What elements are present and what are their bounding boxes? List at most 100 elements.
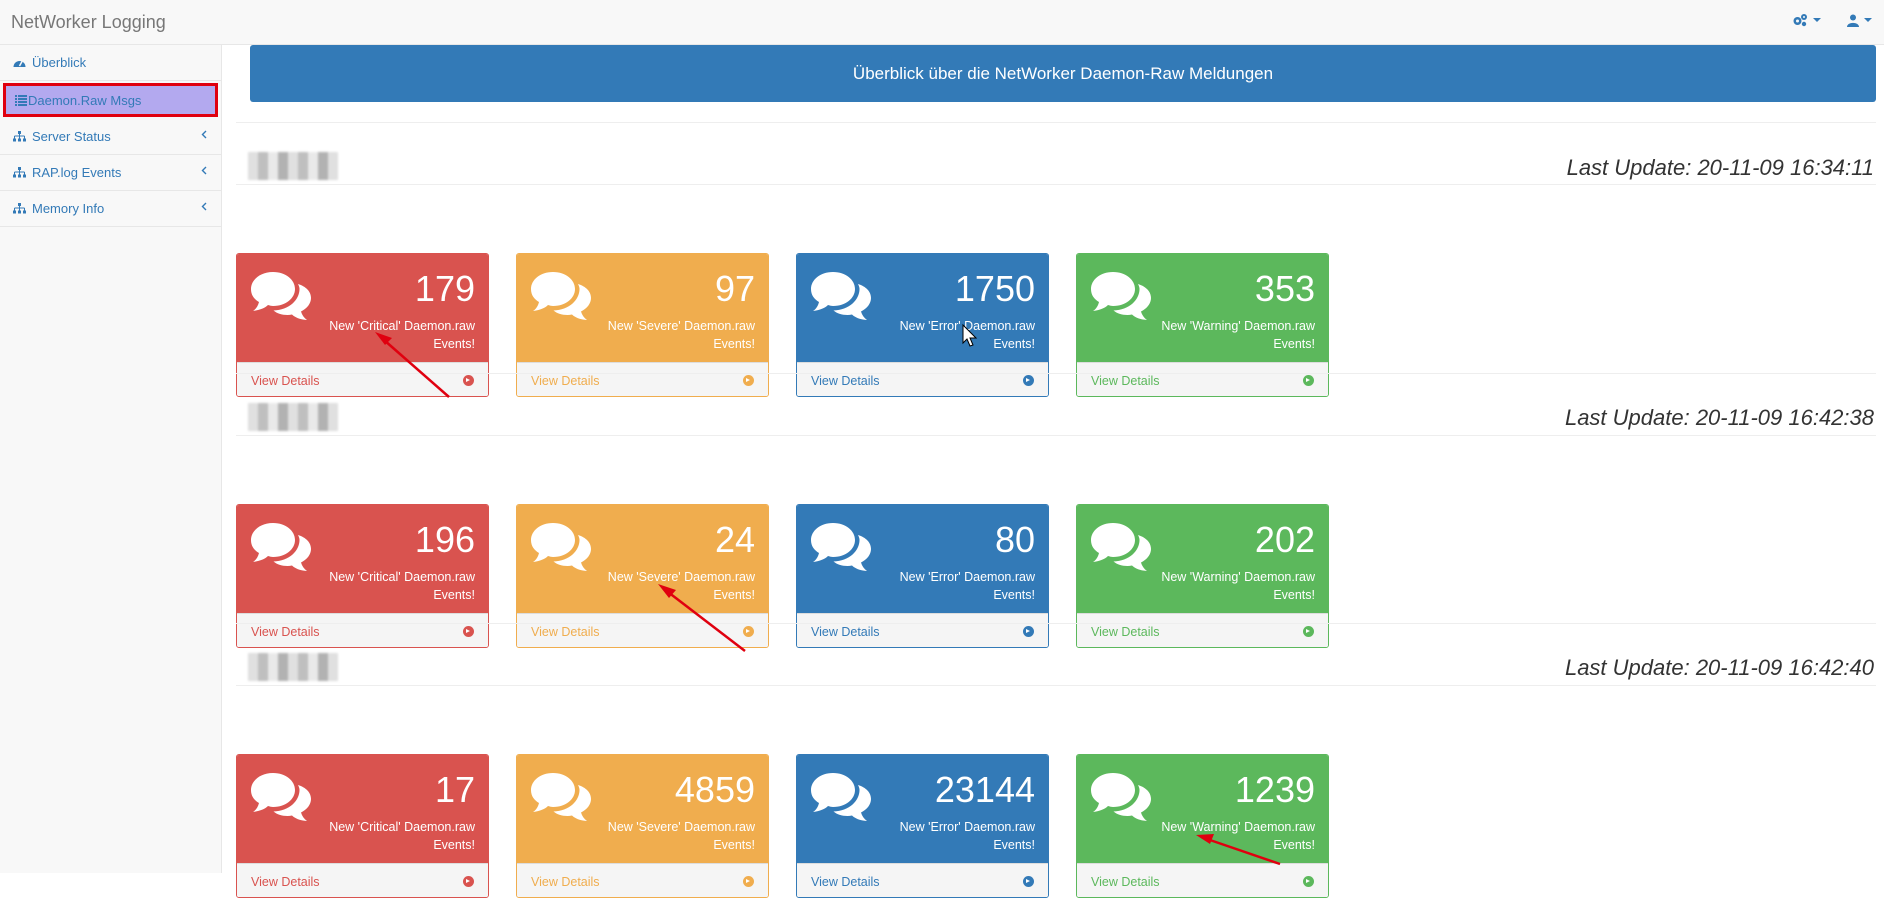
sitemap-icon <box>13 131 26 142</box>
view-details-link[interactable]: View Details <box>517 362 768 396</box>
redacted-server-name <box>248 653 338 681</box>
arrow-circle-right-icon <box>743 876 754 887</box>
sidebar-item-overview[interactable]: Überblick <box>0 45 221 81</box>
section-divider <box>236 373 1876 374</box>
view-details-link[interactable]: View Details <box>797 863 1048 897</box>
view-details-link[interactable]: View Details <box>517 613 768 647</box>
arrow-circle-right-icon <box>1023 626 1034 637</box>
panel-error: 1750 New 'Error' Daemon.raw Events! View… <box>796 253 1049 397</box>
event-description: New 'Error' Daemon.raw Events! <box>899 319 1035 351</box>
section-divider <box>236 122 1876 123</box>
event-count: 80 <box>994 519 1035 560</box>
view-details-link[interactable]: View Details <box>237 613 488 647</box>
panel-severe: 24 New 'Severe' Daemon.raw Events! View … <box>516 504 769 648</box>
sidebar-item-daemon-raw-msgs[interactable]: Daemon.Raw Msgs <box>3 83 218 117</box>
panel-warning: 353 New 'Warning' Daemon.raw Events! Vie… <box>1076 253 1329 397</box>
view-details-link[interactable]: View Details <box>517 863 768 897</box>
last-update-label: Last Update: 20-11-09 16:34:11 <box>1566 155 1874 180</box>
view-details-label: View Details <box>1091 624 1160 639</box>
view-details-link[interactable]: View Details <box>1077 613 1328 647</box>
event-description: New 'Severe' Daemon.raw Events! <box>607 319 755 351</box>
view-details-label: View Details <box>531 373 600 388</box>
comments-icon <box>811 272 871 320</box>
arrow-circle-right-icon <box>463 876 474 887</box>
arrow-circle-right-icon <box>743 626 754 637</box>
comments-icon <box>1091 272 1151 320</box>
redacted-server-name <box>248 152 338 180</box>
app-title[interactable]: NetWorker Logging <box>11 12 166 33</box>
comments-icon <box>251 523 311 571</box>
sitemap-icon <box>13 203 26 214</box>
panel-error: 23144 New 'Error' Daemon.raw Events! Vie… <box>796 754 1049 898</box>
navbar-right <box>1792 13 1872 27</box>
list-icon <box>15 94 27 106</box>
section-divider <box>236 623 1876 624</box>
event-description: New 'Warning' Daemon.raw Events! <box>1161 319 1315 351</box>
view-details-label: View Details <box>1091 373 1160 388</box>
view-details-label: View Details <box>811 373 880 388</box>
view-details-link[interactable]: View Details <box>237 863 488 897</box>
event-count: 17 <box>434 769 475 810</box>
sidebar-item-memory-info[interactable]: Memory Info <box>0 191 221 227</box>
comments-icon <box>531 773 591 821</box>
comments-icon <box>531 272 591 320</box>
sidebar-item-label: Daemon.Raw Msgs <box>28 92 142 108</box>
arrow-circle-right-icon <box>463 375 474 386</box>
event-count: 1239 <box>1234 769 1315 810</box>
user-icon <box>1847 14 1859 27</box>
view-details-link[interactable]: View Details <box>1077 863 1328 897</box>
arrow-circle-right-icon <box>1023 876 1034 887</box>
sitemap-icon <box>13 167 26 178</box>
last-update-label: Last Update: 20-11-09 16:42:38 <box>1564 405 1874 430</box>
sidebar-item-label: Überblick <box>32 55 87 70</box>
comments-icon <box>1091 523 1151 571</box>
sidebar-item-server-status[interactable]: Server Status <box>0 119 221 155</box>
arrow-circle-right-icon <box>1303 626 1314 637</box>
section-divider <box>236 685 1876 686</box>
event-count: 1750 <box>954 268 1035 309</box>
section-divider <box>236 184 1876 185</box>
view-details-link[interactable]: View Details <box>797 613 1048 647</box>
chevron-left-icon <box>201 202 207 211</box>
view-details-link[interactable]: View Details <box>797 362 1048 396</box>
sidebar-item-rap-log-events[interactable]: RAP.log Events <box>0 155 221 191</box>
panel-critical: 179 New 'Critical' Daemon.raw Events! Vi… <box>236 253 489 397</box>
sidebar: Überblick Daemon.Raw Msgs Server Status … <box>0 45 222 873</box>
panel-critical: 196 New 'Critical' Daemon.raw Events! Vi… <box>236 504 489 648</box>
comments-icon <box>811 773 871 821</box>
panel-error: 80 New 'Error' Daemon.raw Events! View D… <box>796 504 1049 648</box>
event-description: New 'Critical' Daemon.raw Events! <box>329 319 475 351</box>
view-details-label: View Details <box>251 624 320 639</box>
event-description: New 'Severe' Daemon.raw Events! <box>607 820 755 852</box>
sidebar-item-label: RAP.log Events <box>32 165 122 180</box>
comments-icon <box>531 523 591 571</box>
view-details-label: View Details <box>251 874 320 889</box>
view-details-link[interactable]: View Details <box>1077 362 1328 396</box>
comments-icon <box>251 272 311 320</box>
settings-dropdown[interactable] <box>1792 13 1821 27</box>
user-dropdown[interactable] <box>1847 13 1872 27</box>
event-count: 23144 <box>934 769 1035 810</box>
arrow-circle-right-icon <box>1023 375 1034 386</box>
arrow-circle-right-icon <box>743 375 754 386</box>
view-details-label: View Details <box>531 874 600 889</box>
top-navbar: NetWorker Logging <box>0 0 1884 45</box>
event-count: 97 <box>714 268 755 309</box>
event-description: New 'Critical' Daemon.raw Events! <box>329 820 475 852</box>
panel-severe: 97 New 'Severe' Daemon.raw Events! View … <box>516 253 769 397</box>
comments-icon <box>1091 773 1151 821</box>
arrow-circle-right-icon <box>463 626 474 637</box>
view-details-link[interactable]: View Details <box>237 362 488 396</box>
chevron-left-icon <box>201 166 207 175</box>
event-description: New 'Error' Daemon.raw Events! <box>899 820 1035 852</box>
sidebar-item-label: Memory Info <box>32 201 105 216</box>
cogs-icon <box>1793 14 1807 27</box>
event-description: New 'Error' Daemon.raw Events! <box>899 570 1035 602</box>
chevron-down-icon <box>1813 18 1821 22</box>
page-banner: Überblick über die NetWorker Daemon-Raw … <box>250 45 1876 102</box>
event-count: 196 <box>414 519 475 560</box>
panel-warning: 1239 New 'Warning' Daemon.raw Events! Vi… <box>1076 754 1329 898</box>
view-details-label: View Details <box>531 624 600 639</box>
panel-critical: 17 New 'Critical' Daemon.raw Events! Vie… <box>236 754 489 898</box>
last-update-label: Last Update: 20-11-09 16:42:40 <box>1564 655 1874 680</box>
